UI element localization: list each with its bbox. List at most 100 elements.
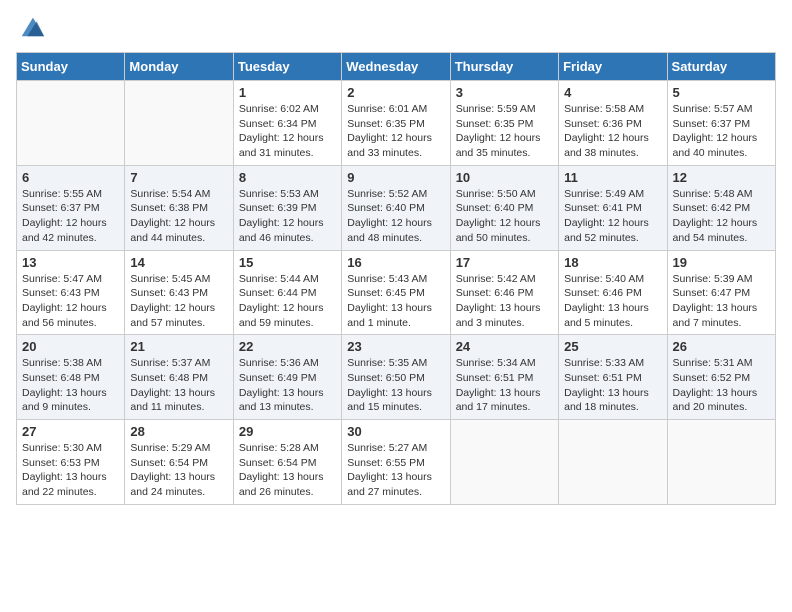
calendar-cell: 25 Sunrise: 5:33 AM Sunset: 6:51 PM Dayli…: [559, 335, 667, 420]
calendar-cell: 13 Sunrise: 5:47 AM Sunset: 6:43 PM Dayli…: [17, 250, 125, 335]
weekday-header: Sunday: [17, 53, 125, 81]
day-number: 24: [456, 339, 553, 354]
cell-info: Sunrise: 5:55 AM Sunset: 6:37 PM Dayligh…: [22, 187, 119, 246]
calendar-cell: 9 Sunrise: 5:52 AM Sunset: 6:40 PM Daylig…: [342, 165, 450, 250]
day-number: 18: [564, 255, 661, 270]
calendar-week-row: 13 Sunrise: 5:47 AM Sunset: 6:43 PM Dayli…: [17, 250, 776, 335]
logo-icon: [18, 12, 46, 40]
cell-info: Sunrise: 5:39 AM Sunset: 6:47 PM Dayligh…: [673, 272, 770, 331]
calendar-cell: 10 Sunrise: 5:50 AM Sunset: 6:40 PM Dayli…: [450, 165, 558, 250]
cell-info: Sunrise: 5:59 AM Sunset: 6:35 PM Dayligh…: [456, 102, 553, 161]
logo: [16, 16, 46, 40]
calendar-week-row: 6 Sunrise: 5:55 AM Sunset: 6:37 PM Daylig…: [17, 165, 776, 250]
calendar-cell: 8 Sunrise: 5:53 AM Sunset: 6:39 PM Daylig…: [233, 165, 341, 250]
cell-info: Sunrise: 5:35 AM Sunset: 6:50 PM Dayligh…: [347, 356, 444, 415]
calendar-cell: [559, 420, 667, 505]
cell-info: Sunrise: 5:43 AM Sunset: 6:45 PM Dayligh…: [347, 272, 444, 331]
calendar-cell: 6 Sunrise: 5:55 AM Sunset: 6:37 PM Daylig…: [17, 165, 125, 250]
weekday-header: Thursday: [450, 53, 558, 81]
cell-info: Sunrise: 6:02 AM Sunset: 6:34 PM Dayligh…: [239, 102, 336, 161]
day-number: 30: [347, 424, 444, 439]
day-number: 9: [347, 170, 444, 185]
cell-info: Sunrise: 5:27 AM Sunset: 6:55 PM Dayligh…: [347, 441, 444, 500]
day-number: 20: [22, 339, 119, 354]
calendar-cell: 27 Sunrise: 5:30 AM Sunset: 6:53 PM Dayli…: [17, 420, 125, 505]
calendar-cell: 18 Sunrise: 5:40 AM Sunset: 6:46 PM Dayli…: [559, 250, 667, 335]
calendar-cell: 20 Sunrise: 5:38 AM Sunset: 6:48 PM Dayli…: [17, 335, 125, 420]
day-number: 6: [22, 170, 119, 185]
weekday-header: Friday: [559, 53, 667, 81]
weekday-header: Monday: [125, 53, 233, 81]
cell-info: Sunrise: 5:45 AM Sunset: 6:43 PM Dayligh…: [130, 272, 227, 331]
day-number: 11: [564, 170, 661, 185]
cell-info: Sunrise: 5:50 AM Sunset: 6:40 PM Dayligh…: [456, 187, 553, 246]
calendar-week-row: 1 Sunrise: 6:02 AM Sunset: 6:34 PM Daylig…: [17, 81, 776, 166]
cell-info: Sunrise: 5:30 AM Sunset: 6:53 PM Dayligh…: [22, 441, 119, 500]
day-number: 19: [673, 255, 770, 270]
cell-info: Sunrise: 5:34 AM Sunset: 6:51 PM Dayligh…: [456, 356, 553, 415]
weekday-header: Tuesday: [233, 53, 341, 81]
day-number: 3: [456, 85, 553, 100]
day-number: 2: [347, 85, 444, 100]
day-number: 28: [130, 424, 227, 439]
cell-info: Sunrise: 5:38 AM Sunset: 6:48 PM Dayligh…: [22, 356, 119, 415]
day-number: 17: [456, 255, 553, 270]
calendar-cell: 1 Sunrise: 6:02 AM Sunset: 6:34 PM Daylig…: [233, 81, 341, 166]
day-number: 1: [239, 85, 336, 100]
calendar-cell: [667, 420, 775, 505]
day-number: 10: [456, 170, 553, 185]
cell-info: Sunrise: 5:58 AM Sunset: 6:36 PM Dayligh…: [564, 102, 661, 161]
cell-info: Sunrise: 5:29 AM Sunset: 6:54 PM Dayligh…: [130, 441, 227, 500]
day-number: 8: [239, 170, 336, 185]
calendar-cell: 26Sunrise: 5:31 AM Sunset: 6:52 PM Dayli…: [667, 335, 775, 420]
calendar-cell: 5 Sunrise: 5:57 AM Sunset: 6:37 PM Daylig…: [667, 81, 775, 166]
cell-info: Sunrise: 5:54 AM Sunset: 6:38 PM Dayligh…: [130, 187, 227, 246]
day-number: 26: [673, 339, 770, 354]
day-number: 16: [347, 255, 444, 270]
calendar-cell: 17 Sunrise: 5:42 AM Sunset: 6:46 PM Dayli…: [450, 250, 558, 335]
calendar-cell: 7 Sunrise: 5:54 AM Sunset: 6:38 PM Daylig…: [125, 165, 233, 250]
calendar-cell: 22 Sunrise: 5:36 AM Sunset: 6:49 PM Dayli…: [233, 335, 341, 420]
cell-info: Sunrise: 5:57 AM Sunset: 6:37 PM Dayligh…: [673, 102, 770, 161]
calendar-cell: [125, 81, 233, 166]
day-number: 4: [564, 85, 661, 100]
day-number: 21: [130, 339, 227, 354]
calendar-cell: 23Sunrise: 5:35 AM Sunset: 6:50 PM Dayli…: [342, 335, 450, 420]
cell-info: Sunrise: 5:37 AM Sunset: 6:48 PM Dayligh…: [130, 356, 227, 415]
cell-info: Sunrise: 5:36 AM Sunset: 6:49 PM Dayligh…: [239, 356, 336, 415]
cell-info: Sunrise: 6:01 AM Sunset: 6:35 PM Dayligh…: [347, 102, 444, 161]
calendar-cell: 30 Sunrise: 5:27 AM Sunset: 6:55 PM Dayli…: [342, 420, 450, 505]
cell-info: Sunrise: 5:49 AM Sunset: 6:41 PM Dayligh…: [564, 187, 661, 246]
calendar-cell: 21 Sunrise: 5:37 AM Sunset: 6:48 PM Dayli…: [125, 335, 233, 420]
day-number: 29: [239, 424, 336, 439]
calendar-cell: 15 Sunrise: 5:44 AM Sunset: 6:44 PM Dayli…: [233, 250, 341, 335]
day-number: 7: [130, 170, 227, 185]
cell-info: Sunrise: 5:42 AM Sunset: 6:46 PM Dayligh…: [456, 272, 553, 331]
cell-info: Sunrise: 5:44 AM Sunset: 6:44 PM Dayligh…: [239, 272, 336, 331]
day-number: 22: [239, 339, 336, 354]
calendar-cell: 28 Sunrise: 5:29 AM Sunset: 6:54 PM Dayli…: [125, 420, 233, 505]
day-number: 12: [673, 170, 770, 185]
calendar-cell: 19 Sunrise: 5:39 AM Sunset: 6:47 PM Dayli…: [667, 250, 775, 335]
day-number: 5: [673, 85, 770, 100]
calendar-cell: 12 Sunrise: 5:48 AM Sunset: 6:42 PM Dayli…: [667, 165, 775, 250]
calendar-cell: 16 Sunrise: 5:43 AM Sunset: 6:45 PM Dayli…: [342, 250, 450, 335]
day-number: 25: [564, 339, 661, 354]
calendar-week-row: 27 Sunrise: 5:30 AM Sunset: 6:53 PM Dayli…: [17, 420, 776, 505]
calendar-cell: 2 Sunrise: 6:01 AM Sunset: 6:35 PM Daylig…: [342, 81, 450, 166]
day-number: 27: [22, 424, 119, 439]
cell-info: Sunrise: 5:33 AM Sunset: 6:51 PM Dayligh…: [564, 356, 661, 415]
calendar-week-row: 20 Sunrise: 5:38 AM Sunset: 6:48 PM Dayli…: [17, 335, 776, 420]
cell-info: Sunrise: 5:48 AM Sunset: 6:42 PM Dayligh…: [673, 187, 770, 246]
cell-info: Sunrise: 5:53 AM Sunset: 6:39 PM Dayligh…: [239, 187, 336, 246]
day-number: 13: [22, 255, 119, 270]
cell-info: Sunrise: 5:47 AM Sunset: 6:43 PM Dayligh…: [22, 272, 119, 331]
weekday-header: Saturday: [667, 53, 775, 81]
calendar-cell: 3 Sunrise: 5:59 AM Sunset: 6:35 PM Daylig…: [450, 81, 558, 166]
cell-info: Sunrise: 5:40 AM Sunset: 6:46 PM Dayligh…: [564, 272, 661, 331]
day-number: 15: [239, 255, 336, 270]
cell-info: Sunrise: 5:52 AM Sunset: 6:40 PM Dayligh…: [347, 187, 444, 246]
calendar-cell: 29Sunrise: 5:28 AM Sunset: 6:54 PM Dayli…: [233, 420, 341, 505]
calendar-table: SundayMondayTuesdayWednesdayThursdayFrid…: [16, 52, 776, 505]
calendar-cell: 14Sunrise: 5:45 AM Sunset: 6:43 PM Dayli…: [125, 250, 233, 335]
